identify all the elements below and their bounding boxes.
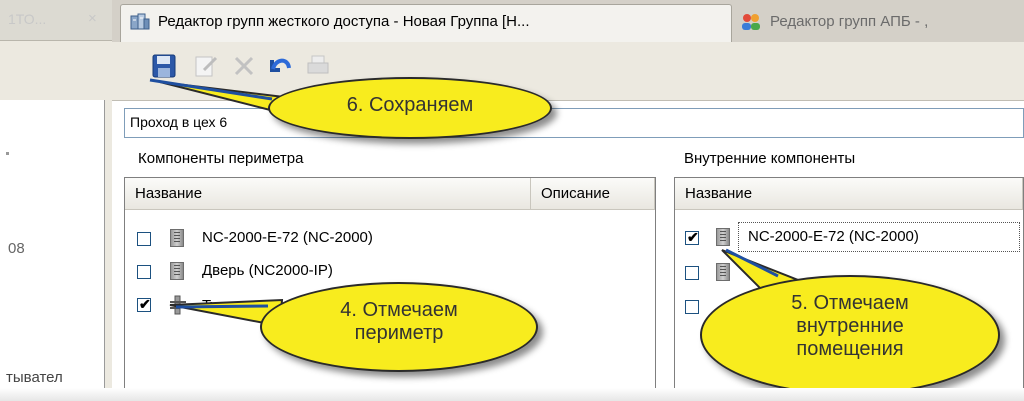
tab-group-editor-label: Редактор групп жесткого доступа - Новая …	[158, 13, 530, 30]
check-icon: ✔	[139, 296, 151, 312]
group-name-value: Проход в цех 6	[130, 114, 228, 130]
left-list-fragment-number: 08	[8, 240, 25, 257]
print-icon[interactable]	[304, 52, 332, 80]
group-editor-icon	[130, 13, 150, 30]
save-icon[interactable]	[150, 52, 178, 80]
callout-inner-line-3: помещения	[796, 338, 904, 360]
inner-row-checkbox[interactable]	[685, 300, 699, 314]
group-name-input[interactable]	[124, 108, 1024, 138]
inner-row-checkbox[interactable]	[685, 266, 699, 280]
perimeter-row-name[interactable]: NC-2000-E-72 (NC-2000)	[202, 229, 373, 246]
undo-icon[interactable]	[266, 52, 294, 80]
users-group-icon[interactable]	[740, 12, 762, 32]
perimeter-row-checkbox[interactable]: ✔	[137, 296, 151, 312]
list-marker	[6, 152, 9, 155]
perimeter-row-checkbox[interactable]	[137, 232, 151, 246]
editor-window: 1ТО... × 08 тывател Редактор групп жестк…	[0, 0, 1024, 401]
callout-inner-line-1: 5. Отмечаем	[791, 292, 909, 314]
delete-icon[interactable]	[230, 52, 258, 80]
check-icon: ✔	[687, 229, 699, 245]
callout-perimeter-line-1: 4. Отмечаем	[340, 299, 458, 321]
perimeter-row-checkbox[interactable]	[137, 265, 151, 279]
callout-perimeter-line-2: периметр	[354, 322, 444, 344]
close-icon[interactable]: ×	[88, 10, 97, 27]
column-header-name[interactable]: Название	[125, 178, 531, 210]
column-header-name-label: Название	[685, 185, 753, 202]
inner-row-checkbox[interactable]: ✔	[685, 229, 699, 245]
controller-icon	[716, 228, 730, 246]
left-list-fragment-word: тывател	[6, 369, 63, 386]
controller-icon	[716, 263, 730, 281]
callout-save-text: 6. Сохраняем	[346, 94, 474, 116]
inner-components-label: Внутренние компоненты	[684, 150, 856, 167]
column-header-description[interactable]: Описание	[531, 178, 655, 210]
callout-inner: 5. Отмечаем внутренние помещения	[700, 275, 1000, 395]
controller-icon	[170, 229, 184, 247]
column-header-description-label: Описание	[541, 185, 611, 202]
edit-icon[interactable]	[192, 52, 220, 80]
turnstile-icon	[170, 295, 186, 315]
controller-icon	[170, 262, 184, 280]
page-shadow	[0, 388, 1024, 401]
perimeter-row-name[interactable]: Дверь (NC2000-IP)	[202, 262, 333, 279]
tab-apb-editor-label[interactable]: Редактор групп АПБ - ,	[770, 13, 928, 30]
column-header-name[interactable]: Название	[675, 178, 1023, 210]
perimeter-row-name[interactable]: Тур	[202, 297, 226, 314]
callout-inner-line-2: внутренние	[796, 315, 904, 337]
inner-row-name[interactable]: NC-2000-E-72 (NC-2000)	[748, 228, 919, 245]
perimeter-components-label: Компоненты периметра	[138, 150, 304, 167]
column-header-name-label: Название	[135, 185, 203, 202]
tab-previous-label: 1ТО...	[8, 11, 47, 27]
callout-perimeter: 4. Отмечаем периметр	[260, 282, 538, 372]
callout-save: 6. Сохраняем	[268, 77, 552, 139]
